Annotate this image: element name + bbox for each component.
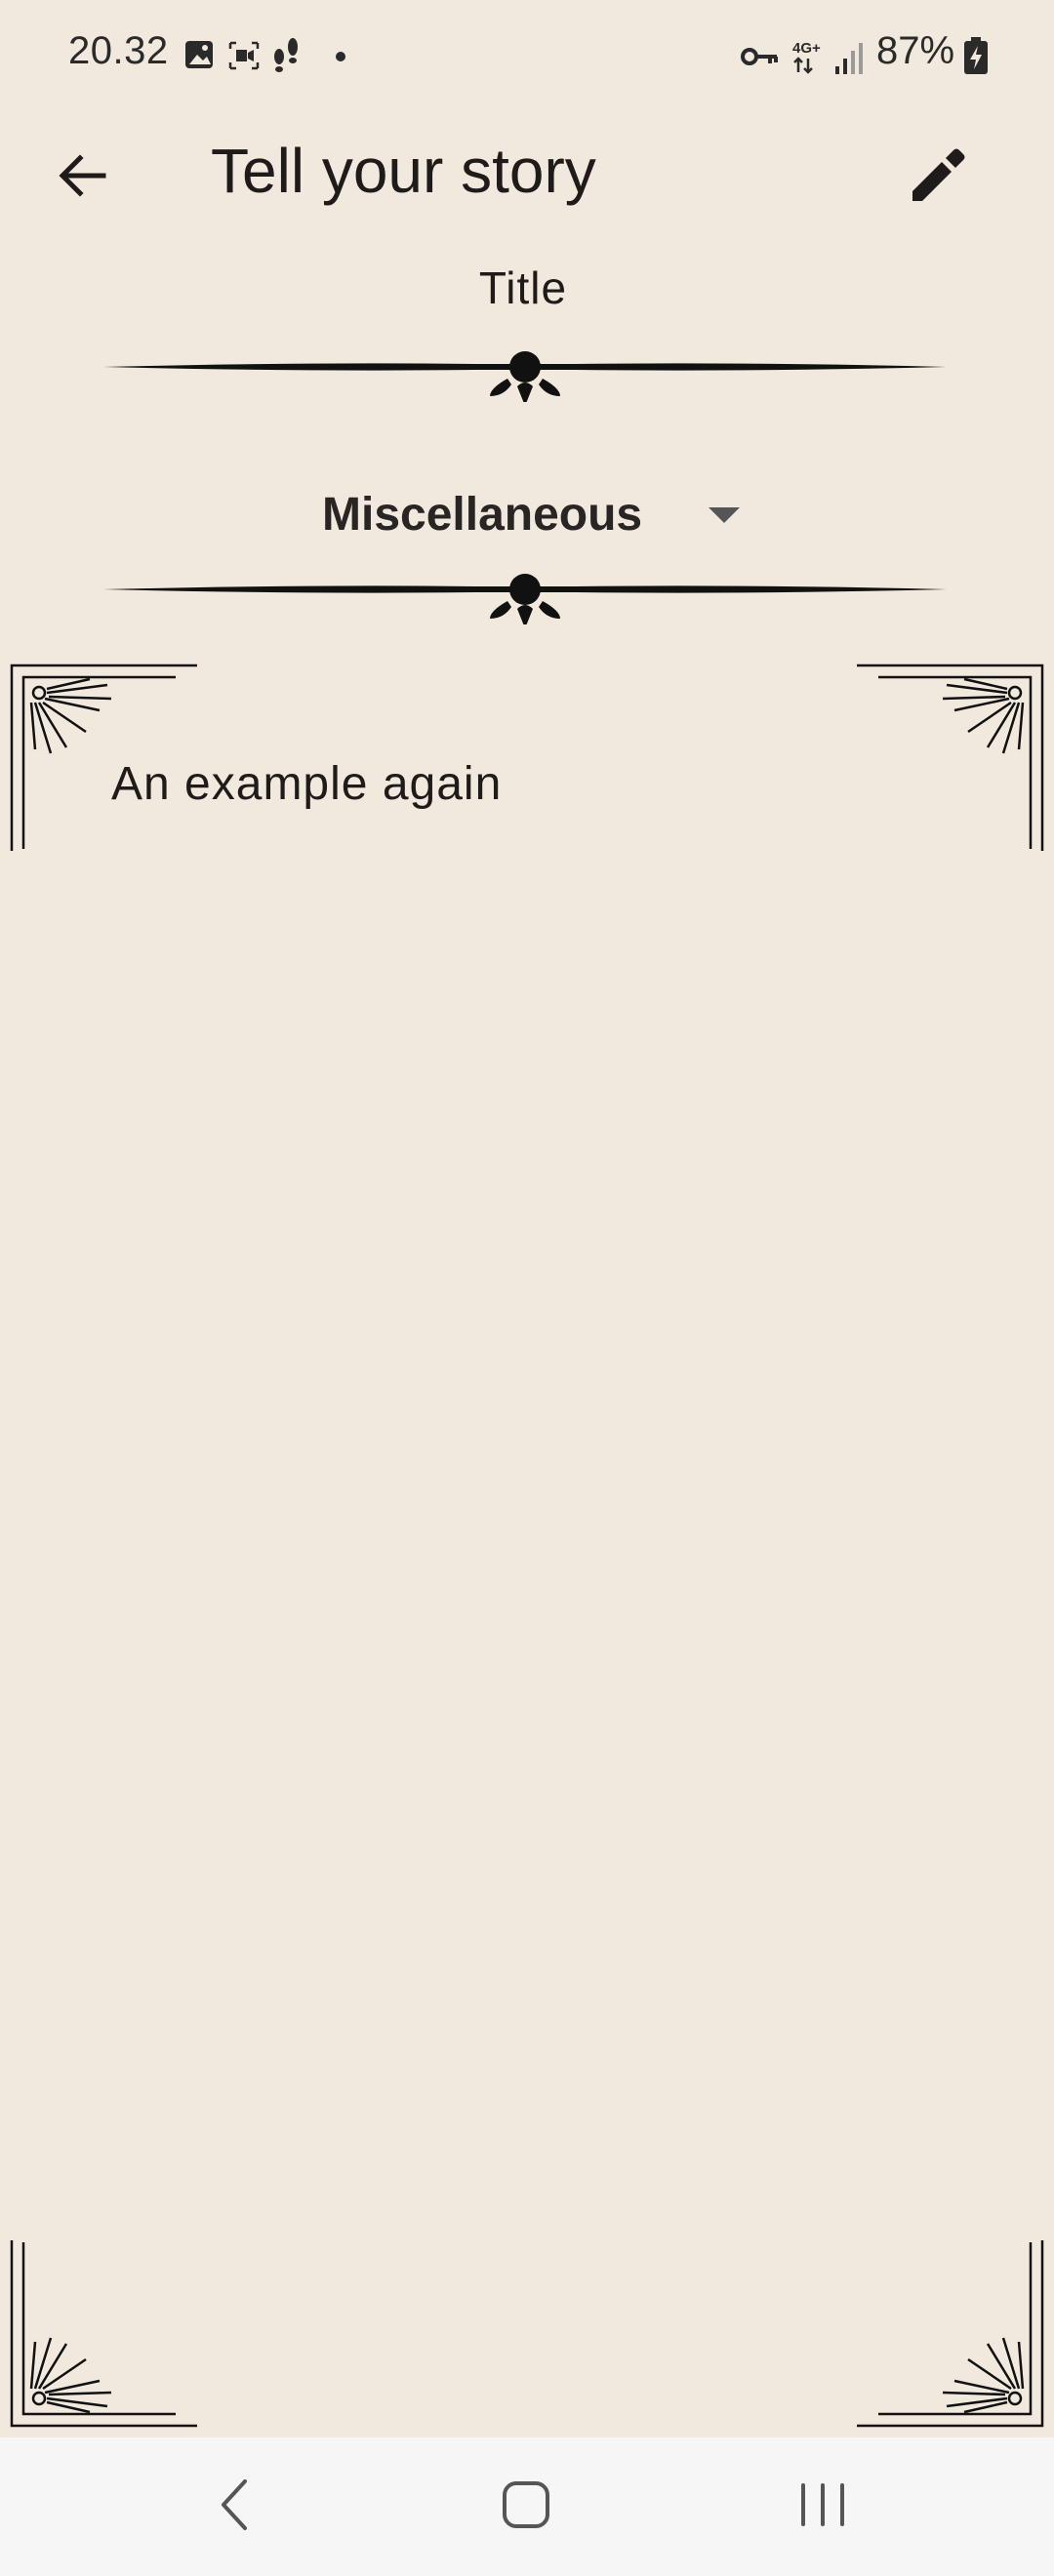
arrow-back-icon: [59, 154, 106, 197]
status-left-icons: [185, 38, 345, 72]
4g-plus-data-icon: 4G+: [792, 40, 821, 74]
steps-icon: [274, 38, 298, 72]
ornament-divider: [103, 351, 947, 402]
status-right-icons: 4G+: [741, 40, 863, 74]
corner-ornament-top-right: [857, 664, 1044, 851]
battery-percent: 87%: [876, 29, 955, 72]
back-button[interactable]: [43, 137, 121, 215]
dropdown-arrow-icon: [709, 507, 740, 523]
category-value: Miscellaneous: [322, 488, 643, 541]
status-bar: 20.32 4G+ 87%: [0, 0, 1054, 112]
signal-icon: [835, 43, 863, 74]
vpn-key-icon: [741, 48, 778, 65]
ornament-divider: [103, 574, 947, 624]
battery-charging-icon: [964, 37, 988, 74]
pencil-icon: [912, 148, 965, 201]
screen-record-icon: [228, 41, 260, 70]
corner-ornament-bottom-right: [857, 2240, 1044, 2428]
edit-button[interactable]: [894, 135, 982, 217]
status-time: 20.32: [68, 29, 169, 72]
nav-recents-icon: [801, 2483, 844, 2526]
page-title: Tell your story: [211, 136, 596, 206]
corner-ornament-bottom-left: [10, 2240, 197, 2428]
nav-back-button[interactable]: [180, 2461, 287, 2549]
story-body-text[interactable]: An example again: [111, 757, 502, 811]
category-dropdown[interactable]: Miscellaneous: [322, 480, 751, 548]
nav-recents-button[interactable]: [769, 2461, 876, 2549]
svg-text:4G+: 4G+: [792, 40, 821, 57]
nav-home-button[interactable]: [472, 2461, 580, 2549]
nav-back-icon: [222, 2479, 247, 2530]
dot-icon: [336, 52, 345, 61]
gallery-icon: [185, 41, 213, 68]
nav-home-icon: [503, 2481, 549, 2528]
story-title-input[interactable]: Title: [0, 262, 1046, 314]
